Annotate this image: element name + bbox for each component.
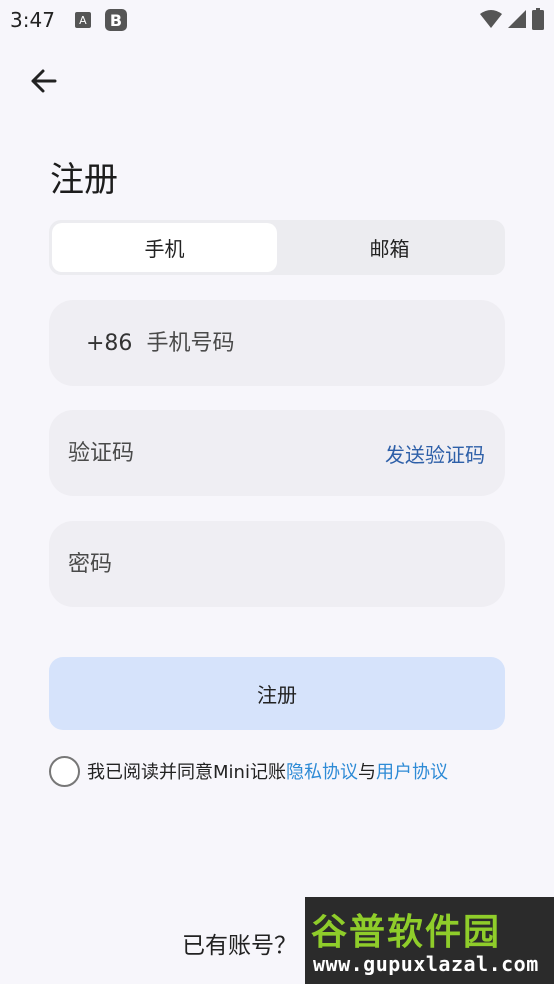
tab-email[interactable]: 邮箱 — [277, 223, 502, 272]
watermark-logo: 谷普软件园 www.gupuxlazal.com — [305, 897, 554, 984]
verification-code-field: 发送验证码 — [49, 410, 505, 496]
send-code-button[interactable]: 发送验证码 — [385, 439, 485, 468]
phone-input[interactable] — [146, 330, 505, 356]
agreement-checkbox[interactable] — [49, 755, 80, 787]
phone-field: +86 — [49, 300, 505, 386]
back-button[interactable] — [22, 60, 64, 102]
agreement-text: 我已阅读并同意Mini记账隐私协议与用户协议 — [87, 758, 448, 784]
agreement-connector: 与 — [357, 762, 376, 783]
status-bar: 3:47 A B — [0, 0, 554, 40]
arrow-left-icon — [31, 69, 57, 93]
verification-code-input[interactable] — [68, 440, 385, 466]
watermark-title: 谷普软件园 — [311, 912, 502, 953]
status-time: 3:47 — [10, 8, 55, 32]
tab-phone[interactable]: 手机 — [52, 223, 277, 272]
page-title: 注册 — [50, 160, 118, 200]
watermark-url: www.gupuxlazal.com — [313, 952, 539, 976]
privacy-policy-link[interactable]: 隐私协议 — [286, 762, 358, 783]
password-field — [49, 521, 505, 607]
agreement-row: 我已阅读并同意Mini记账隐私协议与用户协议 — [49, 755, 448, 787]
register-method-tabs: 手机 邮箱 — [49, 220, 505, 275]
user-agreement-link[interactable]: 用户协议 — [376, 762, 448, 783]
register-button[interactable]: 注册 — [49, 657, 505, 730]
notification-b-icon: B — [104, 9, 127, 31]
country-code-selector[interactable]: +86 — [86, 331, 132, 356]
wifi-icon — [480, 10, 502, 28]
cellular-signal-icon — [508, 10, 526, 28]
status-icons — [480, 8, 544, 30]
password-input[interactable] — [68, 551, 505, 577]
battery-icon — [532, 8, 544, 30]
agreement-prefix: 我已阅读并同意Mini记账 — [87, 762, 286, 783]
notification-a-icon: A — [74, 12, 91, 28]
have-account-text: 已有账号？ — [182, 933, 297, 959]
